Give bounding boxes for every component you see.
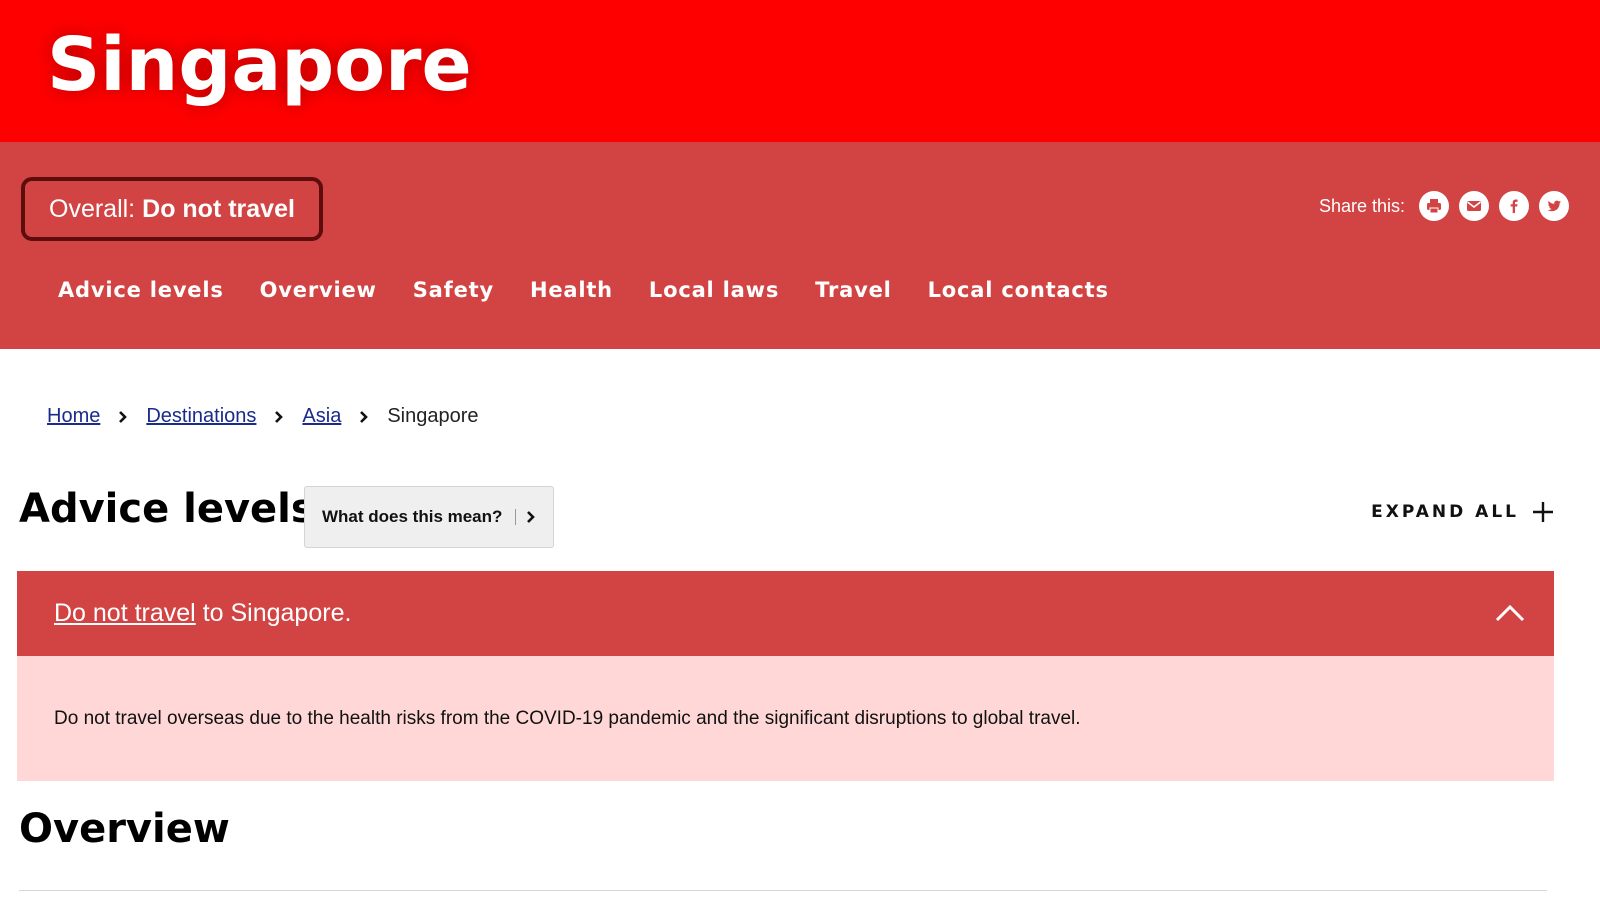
nav-health[interactable]: Health: [530, 278, 613, 302]
do-not-travel-link[interactable]: Do not travel: [54, 599, 196, 628]
country-title: Singapore: [47, 22, 472, 108]
print-icon[interactable]: [1419, 191, 1449, 221]
expand-all-button[interactable]: EXPAND ALL: [1371, 500, 1555, 524]
nav-overview[interactable]: Overview: [260, 278, 377, 302]
breadcrumb-current: Singapore: [387, 405, 479, 427]
advice-accordion-header[interactable]: Do not travel to Singapore.: [17, 571, 1554, 656]
overall-label: Overall:: [49, 194, 136, 223]
breadcrumb-destinations[interactable]: Destinations: [146, 405, 256, 428]
overall-value: Do not travel: [142, 194, 295, 223]
advice-body-text: Do not travel overseas due to the health…: [54, 707, 1081, 729]
nav-local-laws[interactable]: Local laws: [649, 278, 779, 302]
chevron-right-icon: [256, 410, 302, 424]
chevron-up-icon[interactable]: [1494, 598, 1526, 628]
breadcrumb-home[interactable]: Home: [47, 405, 100, 428]
overview-heading: Overview: [19, 806, 230, 852]
nav-travel[interactable]: Travel: [815, 278, 891, 302]
chevron-right-icon: [526, 510, 536, 524]
twitter-icon[interactable]: [1539, 191, 1569, 221]
overall-advice-badge: Overall: Do not travel: [21, 177, 323, 241]
country-banner: Singapore: [0, 0, 1600, 142]
button-divider: [515, 509, 517, 525]
expand-all-label: EXPAND ALL: [1371, 502, 1519, 522]
section-nav: Advice levels Overview Safety Health Loc…: [58, 278, 1145, 302]
chevron-right-icon: [341, 410, 387, 424]
breadcrumb: Home Destinations Asia Singapore: [47, 405, 479, 428]
facebook-icon[interactable]: [1499, 191, 1529, 221]
breadcrumb-asia[interactable]: Asia: [302, 405, 341, 428]
what-does-this-mean-button[interactable]: What does this mean?: [304, 486, 554, 548]
share-label: Share this:: [1318, 195, 1405, 216]
nav-advice-levels[interactable]: Advice levels: [58, 278, 224, 302]
nav-safety[interactable]: Safety: [413, 278, 494, 302]
email-icon[interactable]: [1459, 191, 1489, 221]
what-does-this-mean-label: What does this mean?: [322, 507, 503, 526]
plus-icon: [1531, 500, 1555, 524]
advice-accordion-body: Do not travel overseas due to the health…: [17, 656, 1554, 781]
section-divider: [19, 890, 1547, 891]
share-bar: Share this:: [1319, 190, 1569, 222]
chevron-right-icon: [100, 410, 146, 424]
advice-subheader: [0, 142, 1600, 349]
nav-local-contacts[interactable]: Local contacts: [928, 278, 1109, 302]
accordion-header-text: to Singapore.: [195, 599, 352, 627]
advice-levels-heading: Advice levels: [19, 486, 315, 532]
